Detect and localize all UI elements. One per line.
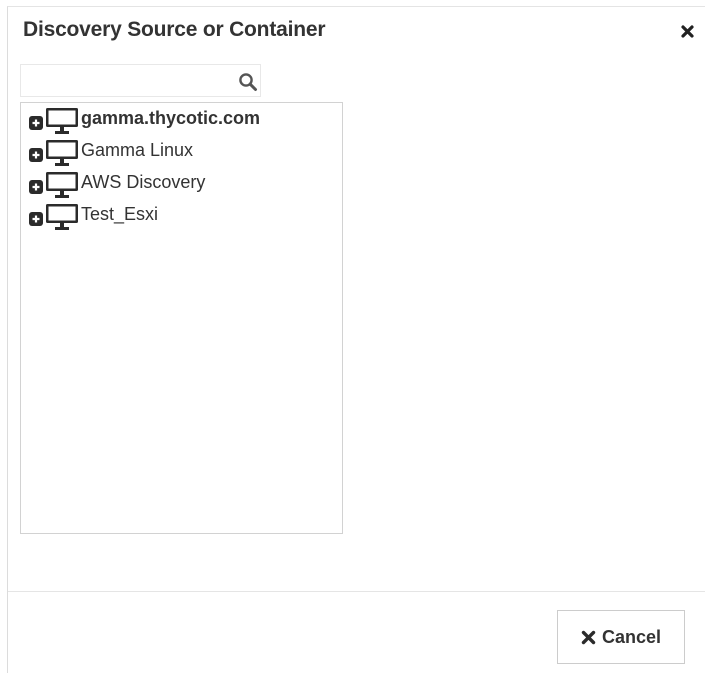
tree-item-label: AWS Discovery (81, 172, 206, 192)
footer-divider (8, 591, 705, 592)
close-icon (581, 630, 596, 645)
close-icon (680, 24, 694, 38)
tree-item-aws-discovery[interactable]: AWS Discovery (29, 171, 260, 203)
tree-list: gamma.thycotic.com Gamma Linux AWS Disco… (29, 107, 260, 235)
computer-icon (45, 139, 79, 167)
expand-plus-icon[interactable] (29, 116, 43, 130)
discovery-source-dialog: Discovery Source or Container gamma.thyc… (7, 6, 705, 673)
search-icon[interactable] (236, 71, 260, 93)
dialog-title: Discovery Source or Container (23, 18, 326, 41)
tree-item-label: gamma.thycotic.com (81, 108, 261, 128)
computer-icon (45, 107, 79, 135)
computer-icon (45, 171, 79, 199)
close-button[interactable] (677, 21, 697, 41)
tree-item-gamma-linux[interactable]: Gamma Linux (29, 139, 260, 171)
tree-item-label: Gamma Linux (81, 140, 194, 160)
search-box (20, 64, 261, 97)
tree-item-gamma-thycotic[interactable]: gamma.thycotic.com (29, 107, 260, 139)
tree-item-label: Test_Esxi (81, 204, 159, 224)
computer-icon (45, 203, 79, 231)
cancel-button-label: Cancel (601, 626, 662, 647)
cancel-button[interactable]: Cancel (557, 610, 685, 664)
expand-plus-icon[interactable] (29, 180, 43, 194)
expand-plus-icon[interactable] (29, 212, 43, 226)
tree-item-test-esxi[interactable]: Test_Esxi (29, 203, 260, 235)
search-input[interactable] (21, 65, 229, 96)
expand-plus-icon[interactable] (29, 148, 43, 162)
container-tree: gamma.thycotic.com Gamma Linux AWS Disco… (20, 102, 343, 534)
